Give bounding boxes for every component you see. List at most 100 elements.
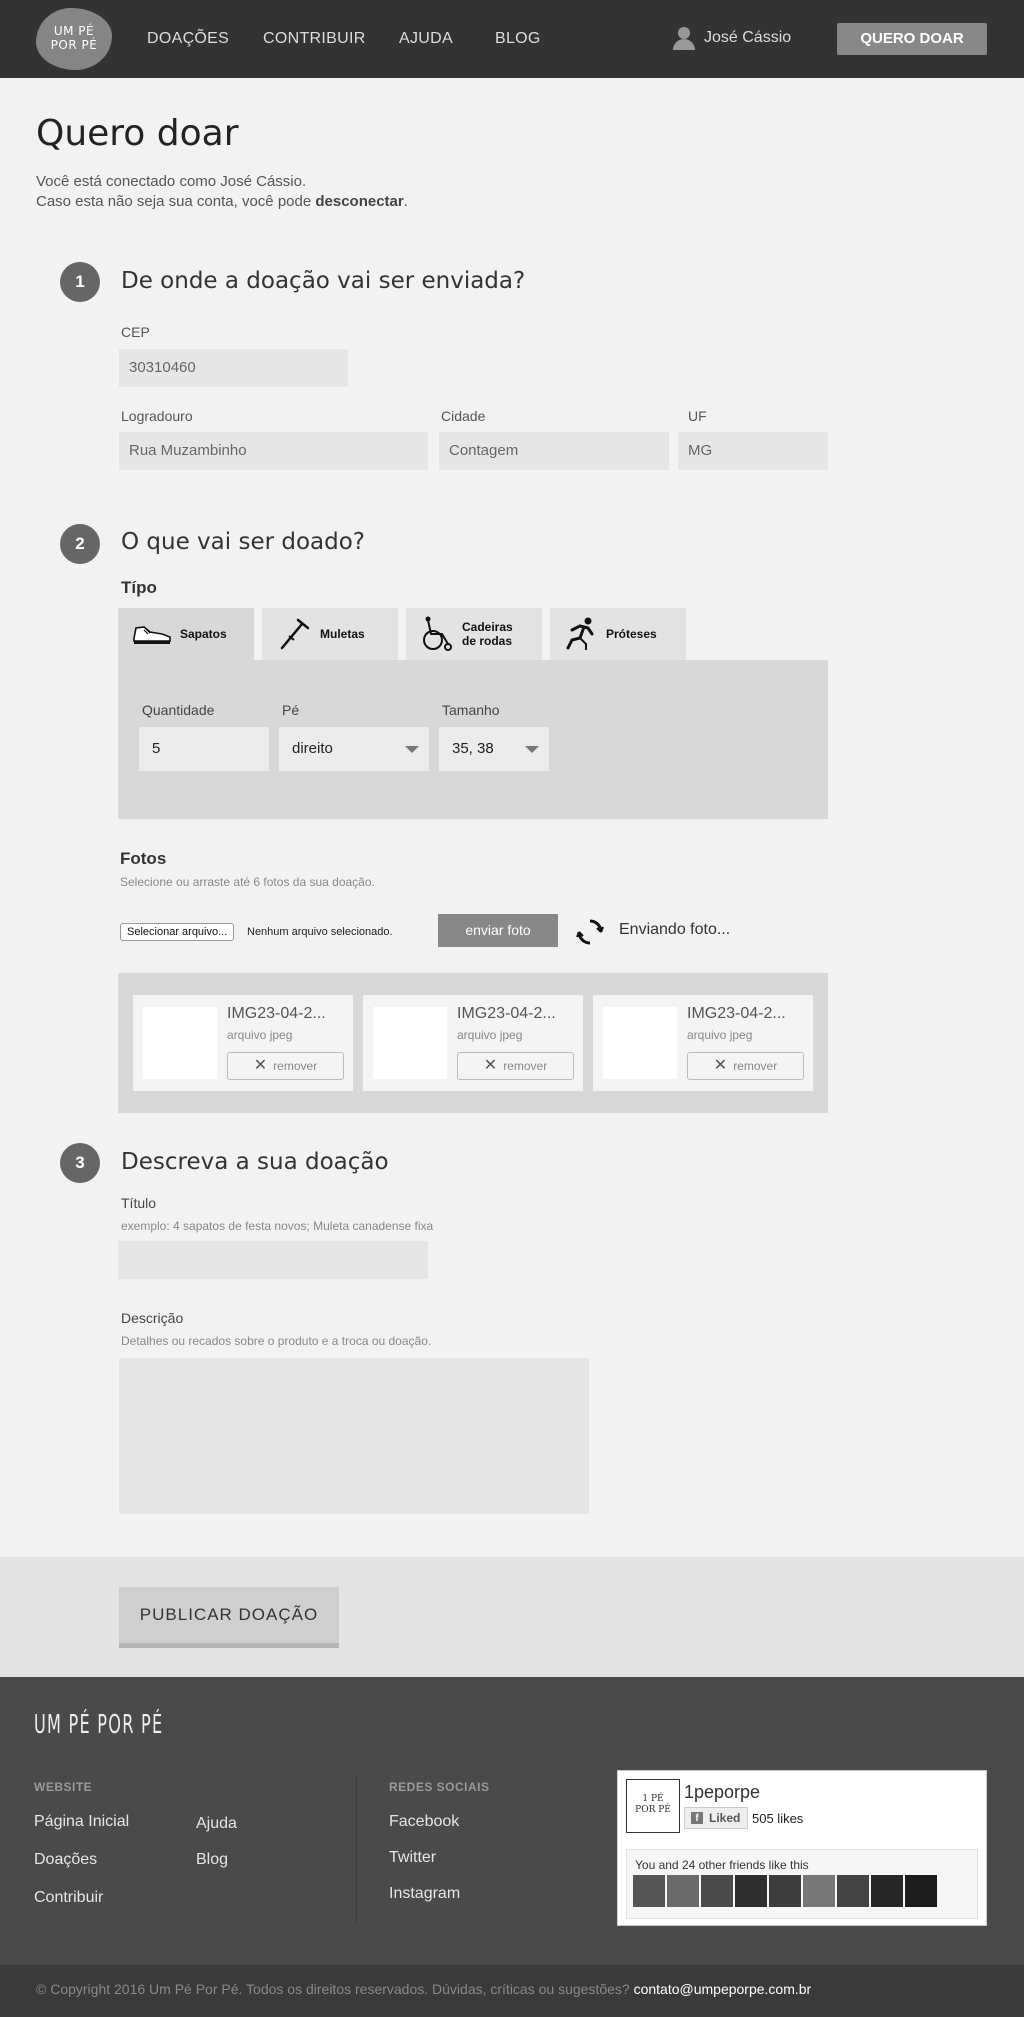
contact-email-link[interactable]: contato@umpeporpe.com.br xyxy=(634,1981,812,1997)
logradouro-label: Logradouro xyxy=(121,408,193,424)
select-file-button[interactable]: Selecionar arquivo... xyxy=(120,923,235,941)
friend-avatar[interactable] xyxy=(905,1875,937,1907)
photo-filetype: arquivo jpeg xyxy=(457,1028,523,1042)
login-notice: Você está conectado como José Cássio. Ca… xyxy=(36,172,408,212)
friend-avatar[interactable] xyxy=(803,1875,835,1907)
copyright-text: © Copyright 2016 Um Pé Por Pé. Todos os … xyxy=(36,1981,811,1997)
uf-label: UF xyxy=(688,408,707,424)
fb-logo-line-1: 1 PÉ xyxy=(642,1794,664,1804)
friend-avatar[interactable] xyxy=(837,1875,869,1907)
tab-sapatos[interactable]: Sapatos xyxy=(118,608,254,660)
chevron-down-icon xyxy=(405,746,419,753)
tab-proteses-label: Próteses xyxy=(606,627,657,641)
wheelchair-icon xyxy=(423,616,452,651)
quero-doar-button[interactable]: QUERO DOAR xyxy=(837,23,987,55)
photo-thumbnail xyxy=(603,1007,677,1079)
close-icon: ✕ xyxy=(713,1057,728,1074)
fb-friends-text: You and 24 other friends like this xyxy=(635,1858,809,1872)
friend-avatar[interactable] xyxy=(769,1875,801,1907)
descricao-label: Descrição xyxy=(121,1310,184,1326)
friend-avatar[interactable] xyxy=(871,1875,903,1907)
photo-card: IMG23-04-2... arquivo jpeg ✕ remover xyxy=(593,995,813,1091)
shoe-icon xyxy=(133,626,171,644)
step-2-badge: 2 xyxy=(60,524,100,564)
pe-label: Pé xyxy=(282,702,300,718)
remove-photo-button[interactable]: ✕ remover xyxy=(457,1052,574,1080)
friend-avatar[interactable] xyxy=(633,1875,665,1907)
photo-filename: IMG23-04-2... xyxy=(687,1005,786,1022)
photo-thumbnail xyxy=(373,1007,447,1079)
login-notice-line-1: Você está conectado como José Cássio. xyxy=(36,173,307,190)
cep-input[interactable]: 30310460 xyxy=(119,349,348,387)
fb-friends-panel: You and 24 other friends like this xyxy=(626,1849,978,1919)
step-1-title: De onde a doação vai ser enviada? xyxy=(121,268,526,294)
send-photo-button[interactable]: enviar foto xyxy=(438,914,558,947)
user-name: José Cássio xyxy=(704,29,792,46)
cidade-label: Cidade xyxy=(441,408,486,424)
remove-photo-button[interactable]: ✕ remover xyxy=(687,1052,804,1080)
site-logo[interactable]: UM PÉ POR PÉ xyxy=(36,8,112,70)
close-icon: ✕ xyxy=(253,1057,268,1074)
logradouro-input[interactable]: Rua Muzambinho xyxy=(119,432,428,470)
nav-doacoes[interactable]: DOAÇÕES xyxy=(147,30,229,48)
titulo-input[interactable] xyxy=(118,1241,428,1279)
cidade-input[interactable]: Contagem xyxy=(439,432,669,470)
footer-link-pagina-inicial[interactable]: Página Inicial xyxy=(34,1813,129,1831)
uf-input[interactable]: MG xyxy=(678,432,828,470)
chevron-down-icon xyxy=(525,746,539,753)
step-2-title: O que vai ser doado? xyxy=(121,529,366,555)
user-menu[interactable]: José Cássio xyxy=(672,26,791,50)
pe-select[interactable]: direito xyxy=(279,727,429,771)
footer-link-twitter[interactable]: Twitter xyxy=(389,1849,436,1867)
fotos-hint: Selecione ou arraste até 6 fotos da sua … xyxy=(120,875,375,889)
logo-line-2: POR PÉ xyxy=(50,38,98,52)
tab-cadeiras-label-line-2: de rodas xyxy=(462,634,513,648)
step-3-title: Descreva a sua doação xyxy=(121,1149,389,1175)
tab-cadeiras-label-line-1: Cadeiras xyxy=(462,620,513,634)
fotos-label: Fotos xyxy=(120,849,167,868)
tamanho-select[interactable]: 35, 38 xyxy=(439,727,549,771)
friend-avatar[interactable] xyxy=(701,1875,733,1907)
nav-contribuir[interactable]: CONTRIBUIR xyxy=(263,30,366,48)
logout-link[interactable]: desconectar xyxy=(315,193,403,210)
step-3-badge: 3 xyxy=(60,1143,100,1183)
footer-link-doacoes[interactable]: Doações xyxy=(34,1851,97,1869)
fb-page-logo[interactable]: 1 PÉ POR PÉ xyxy=(626,1779,680,1833)
footer-website-heading: WEBSITE xyxy=(34,1780,93,1794)
footer-link-facebook[interactable]: Facebook xyxy=(389,1813,459,1831)
descricao-textarea[interactable] xyxy=(119,1358,589,1514)
footer-link-contribuir[interactable]: Contribuir xyxy=(34,1889,103,1907)
friend-avatar[interactable] xyxy=(735,1875,767,1907)
friend-avatar[interactable] xyxy=(667,1875,699,1907)
footer-divider xyxy=(356,1777,357,1925)
footer-link-instagram[interactable]: Instagram xyxy=(389,1885,460,1903)
fb-page-name[interactable]: 1peporpe xyxy=(684,1782,760,1803)
footer-logo: UM PÉ POR PÉ xyxy=(34,1710,164,1740)
descricao-hint: Detalhes ou recados sobre o produto e a … xyxy=(121,1334,432,1348)
nav-blog[interactable]: BLOG xyxy=(495,30,541,48)
photo-filetype: arquivo jpeg xyxy=(227,1028,293,1042)
facebook-like-box: 1 PÉ POR PÉ 1peporpe Liked 505 likes You… xyxy=(617,1770,987,1926)
photo-card: IMG23-04-2... arquivo jpeg ✕ remover xyxy=(133,995,353,1091)
nav-ajuda[interactable]: AJUDA xyxy=(399,30,453,48)
tab-muletas-label: Muletas xyxy=(320,627,365,641)
tab-muletas[interactable]: Muletas xyxy=(262,608,398,660)
remove-label: remover xyxy=(733,1059,778,1073)
tamanho-select-value: 35, 38 xyxy=(452,740,494,757)
login-notice-line-2: Caso esta não seja sua conta, você pode … xyxy=(36,192,408,212)
step-1-badge: 1 xyxy=(60,262,100,302)
prosthesis-runner-icon xyxy=(566,617,594,650)
publish-button[interactable]: PUBLICAR DOAÇÃO xyxy=(119,1587,339,1648)
footer-link-blog[interactable]: Blog xyxy=(196,1851,228,1869)
tab-cadeiras[interactable]: Cadeiras de rodas xyxy=(406,608,542,660)
remove-photo-button[interactable]: ✕ remover xyxy=(227,1052,344,1080)
photo-filename: IMG23-04-2... xyxy=(457,1005,556,1022)
photo-thumbnail xyxy=(143,1007,217,1079)
quantidade-input[interactable]: 5 xyxy=(139,727,269,771)
footer-link-ajuda[interactable]: Ajuda xyxy=(196,1815,237,1833)
tab-sapatos-label: Sapatos xyxy=(180,627,227,641)
copyright-notice: © Copyright 2016 Um Pé Por Pé. Todos os … xyxy=(36,1981,634,1997)
logout-prefix: Caso esta não seja sua conta, você pode xyxy=(36,193,316,210)
tab-proteses[interactable]: Próteses xyxy=(550,608,686,660)
fb-liked-button[interactable]: Liked xyxy=(684,1807,749,1829)
